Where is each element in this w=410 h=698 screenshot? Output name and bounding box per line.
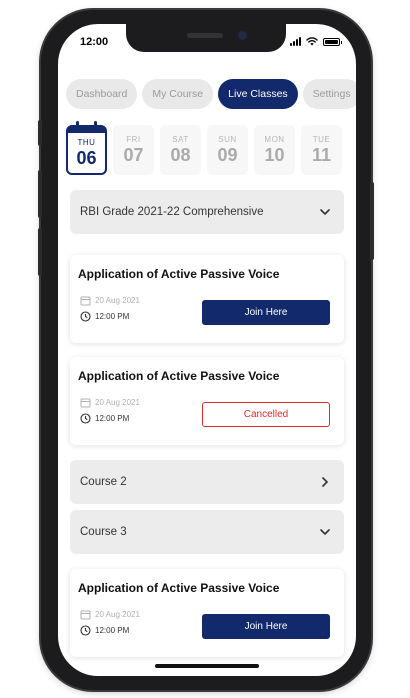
clock-icon — [80, 413, 91, 424]
class-title: Application of Active Passive Voice — [78, 581, 280, 595]
main-tabs: Dashboard My Course Live Classes Setting… — [66, 79, 356, 109]
date-item-tue[interactable]: TUE 11 — [301, 125, 342, 175]
date-number: 10 — [264, 144, 285, 165]
date-number: 08 — [170, 144, 191, 165]
class-title: Application of Active Passive Voice — [78, 267, 280, 281]
join-button[interactable]: Join Here — [202, 614, 330, 639]
date-day-label: THU — [77, 137, 96, 147]
date-number: 07 — [123, 144, 144, 165]
volume-up-button — [38, 170, 42, 218]
class-time: 12:00 PM — [80, 625, 129, 636]
volume-down-button — [38, 228, 42, 276]
date-number: 11 — [311, 144, 332, 165]
class-time-text: 12:00 PM — [95, 414, 130, 423]
date-number: 06 — [76, 147, 97, 168]
date-day-label: MON — [264, 134, 285, 144]
battery-icon — [323, 37, 342, 46]
calendar-icon — [80, 398, 91, 408]
date-item-sat[interactable]: SAT 08 — [160, 125, 201, 175]
date-day-label: SUN — [218, 134, 237, 144]
tab-dashboard[interactable]: Dashboard — [66, 79, 138, 109]
class-date-text: 20 Aug 2021 — [95, 296, 140, 305]
date-day-label: TUE — [312, 134, 331, 144]
course-title: Course 3 — [80, 526, 127, 538]
wifi-icon — [306, 37, 318, 46]
course-title: RBI Grade 2021-22 Comprehensive — [80, 206, 264, 218]
home-indicator[interactable] — [155, 664, 259, 668]
clock-icon — [80, 311, 91, 322]
date-item-fri[interactable]: FRI 07 — [113, 125, 154, 175]
tab-my-course[interactable]: My Course — [142, 79, 214, 109]
course-title: Course 2 — [80, 476, 127, 488]
class-date: 20 Aug 2021 — [80, 609, 140, 620]
class-card: Application of Active Passive Voice 20 A… — [70, 569, 344, 657]
date-number: 09 — [217, 144, 238, 165]
clock-icon — [80, 625, 91, 636]
class-card: Application of Active Passive Voice 20 A… — [70, 357, 344, 445]
class-time-text: 12:00 PM — [95, 312, 130, 321]
class-time-text: 12:00 PM — [95, 626, 130, 635]
cellular-signal-icon — [290, 37, 301, 46]
class-time: 12:00 PM — [80, 311, 129, 322]
chevron-down-icon — [320, 209, 330, 216]
date-day-label: SAT — [172, 134, 189, 144]
speaker-grille — [187, 33, 223, 38]
date-item-mon[interactable]: MON 10 — [254, 125, 295, 175]
tab-live-classes[interactable]: Live Classes — [218, 79, 298, 109]
date-item-sun[interactable]: SUN 09 — [207, 125, 248, 175]
tab-settings[interactable]: Settings — [302, 79, 356, 109]
front-camera — [238, 31, 247, 40]
power-button — [370, 182, 374, 260]
calendar-icon — [80, 296, 91, 306]
status-time: 12:00 — [80, 36, 109, 48]
course-dropdown-1[interactable]: RBI Grade 2021-22 Comprehensive — [70, 190, 344, 234]
course-dropdown-3[interactable]: Course 3 — [70, 510, 344, 554]
app-screen: 12:00 Dashboard My Course Live Classes S… — [58, 24, 356, 676]
chevron-down-icon — [320, 529, 330, 536]
class-date-text: 20 Aug 2021 — [95, 398, 140, 407]
mute-switch — [38, 120, 42, 146]
course-dropdown-2[interactable]: Course 2 — [70, 460, 344, 504]
cancelled-status-button[interactable]: Cancelled — [202, 402, 330, 427]
notch — [126, 24, 286, 52]
class-title: Application of Active Passive Voice — [78, 369, 280, 383]
calendar-ring-left — [76, 121, 79, 128]
date-day-label: FRI — [126, 134, 141, 144]
chevron-right-icon — [322, 477, 329, 487]
date-strip: THU 06 FRI 07 SAT 08 SUN 09 MON 10 TUE 1… — [66, 121, 342, 175]
class-date-text: 20 Aug 2021 — [95, 610, 140, 619]
class-date: 20 Aug 2021 — [80, 295, 140, 306]
status-icons — [290, 37, 342, 46]
calendar-ring-right — [94, 121, 97, 128]
join-button[interactable]: Join Here — [202, 300, 330, 325]
class-time: 12:00 PM — [80, 413, 129, 424]
calendar-icon — [80, 610, 91, 620]
class-card: Application of Active Passive Voice 20 A… — [70, 255, 344, 343]
date-item-thu[interactable]: THU 06 — [66, 121, 107, 175]
class-date: 20 Aug 2021 — [80, 397, 140, 408]
